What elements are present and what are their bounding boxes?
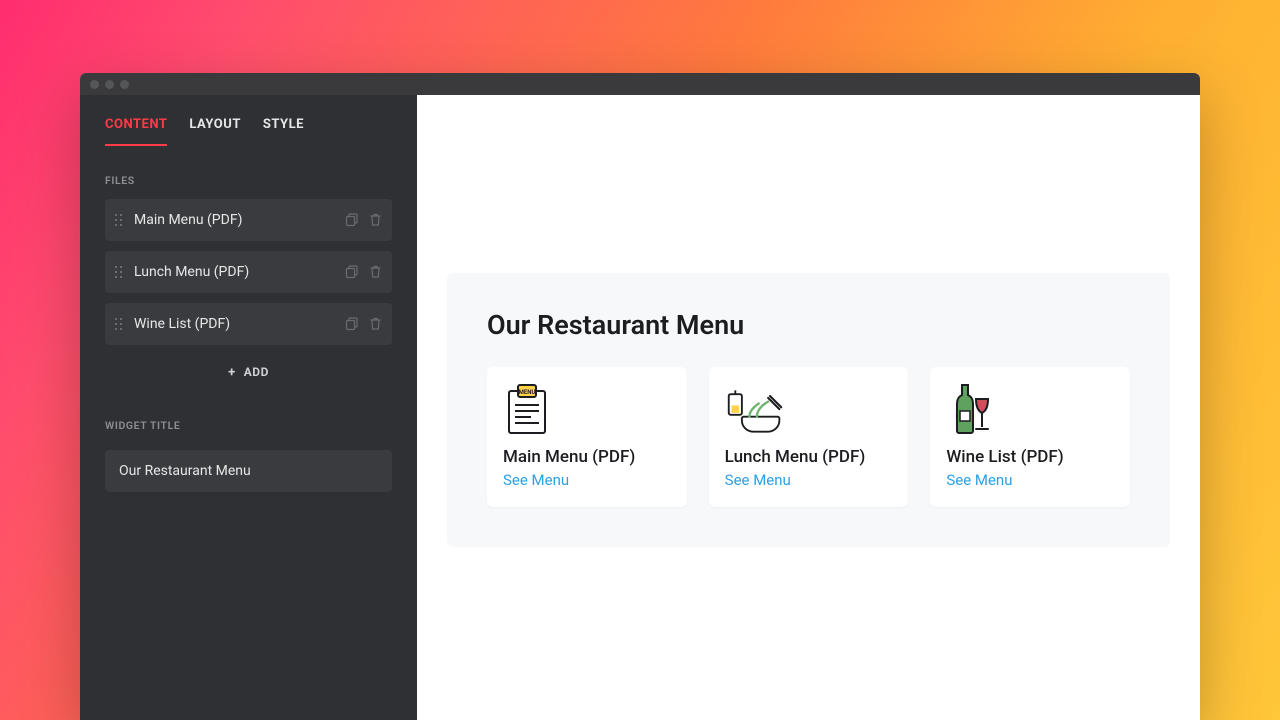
menu-card-name: Main Menu (PDF) <box>503 447 671 467</box>
menu-card: MENU Main Menu (PDF) See Menu <box>487 367 687 507</box>
file-name: Lunch Menu (PDF) <box>134 264 333 280</box>
plus-icon: + <box>228 365 236 380</box>
menu-card-name: Wine List (PDF) <box>946 447 1114 467</box>
copy-icon[interactable] <box>345 265 359 279</box>
preview-pane: Our Restaurant Menu MENU <box>417 95 1200 720</box>
trash-icon[interactable] <box>369 317 382 331</box>
preview-title: Our Restaurant Menu <box>487 309 1130 341</box>
window-titlebar <box>80 73 1200 95</box>
file-item[interactable]: Wine List (PDF) <box>105 303 392 345</box>
food-bowl-icon <box>725 383 785 435</box>
tab-content[interactable]: CONTENT <box>105 117 167 146</box>
window-maximize-dot[interactable] <box>120 80 129 89</box>
file-item[interactable]: Main Menu (PDF) <box>105 199 392 241</box>
menu-card: Lunch Menu (PDF) See Menu <box>709 367 909 507</box>
wine-bottle-icon <box>946 383 1006 435</box>
window-minimize-dot[interactable] <box>105 80 114 89</box>
file-item[interactable]: Lunch Menu (PDF) <box>105 251 392 293</box>
add-label: ADD <box>244 365 269 379</box>
file-list: Main Menu (PDF) Lunch Menu (PDF) <box>105 199 392 345</box>
drag-handle-icon[interactable] <box>115 266 122 278</box>
tab-style[interactable]: STYLE <box>263 117 304 146</box>
menu-card-icon: MENU <box>503 383 563 435</box>
files-section-label: FILES <box>105 174 392 187</box>
add-file-button[interactable]: + ADD <box>105 353 392 391</box>
sidebar: CONTENT LAYOUT STYLE FILES Main Menu (PD… <box>80 95 417 720</box>
menu-card: Wine List (PDF) See Menu <box>930 367 1130 507</box>
file-name: Wine List (PDF) <box>134 316 333 332</box>
preview-widget: Our Restaurant Menu MENU <box>447 273 1170 547</box>
see-menu-link[interactable]: See Menu <box>503 471 671 489</box>
app-window: CONTENT LAYOUT STYLE FILES Main Menu (PD… <box>80 73 1200 720</box>
tab-layout[interactable]: LAYOUT <box>189 117 241 146</box>
trash-icon[interactable] <box>369 265 382 279</box>
menu-grid: MENU Main Menu (PDF) See Menu <box>487 367 1130 507</box>
menu-card-name: Lunch Menu (PDF) <box>725 447 893 467</box>
widget-title-label: WIDGET TITLE <box>105 419 392 432</box>
see-menu-link[interactable]: See Menu <box>725 471 893 489</box>
widget-title-input[interactable] <box>105 450 392 492</box>
svg-text:MENU: MENU <box>519 389 536 396</box>
drag-handle-icon[interactable] <box>115 318 122 330</box>
drag-handle-icon[interactable] <box>115 214 122 226</box>
copy-icon[interactable] <box>345 317 359 331</box>
trash-icon[interactable] <box>369 213 382 227</box>
sidebar-tabs: CONTENT LAYOUT STYLE <box>105 117 392 146</box>
copy-icon[interactable] <box>345 213 359 227</box>
file-name: Main Menu (PDF) <box>134 212 333 228</box>
workspace: CONTENT LAYOUT STYLE FILES Main Menu (PD… <box>80 95 1200 720</box>
see-menu-link[interactable]: See Menu <box>946 471 1114 489</box>
window-close-dot[interactable] <box>90 80 99 89</box>
